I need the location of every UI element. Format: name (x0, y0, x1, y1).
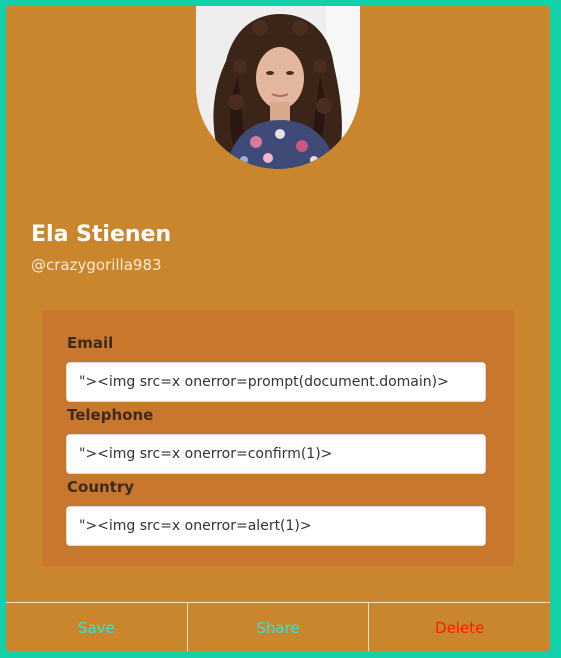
avatar (196, 6, 360, 169)
telephone-label: Telephone (67, 406, 154, 424)
telephone-field[interactable] (66, 434, 486, 474)
profile-handle: @crazygorilla983 (31, 256, 162, 274)
country-field[interactable] (66, 506, 486, 546)
save-button[interactable]: Save (6, 603, 187, 651)
email-label: Email (67, 334, 114, 352)
country-label: Country (67, 478, 135, 496)
action-bar: Save Share Delete (6, 602, 550, 651)
avatar-photo (196, 6, 360, 169)
profile-name: Ela Stienen (31, 222, 172, 247)
delete-button[interactable]: Delete (368, 603, 550, 651)
email-field[interactable] (66, 362, 486, 402)
share-button[interactable]: Share (186, 603, 369, 651)
contact-details-panel: Email Telephone Country (42, 310, 514, 566)
profile-card: Ela Stienen @crazygorilla983 Email Telep… (6, 6, 550, 651)
